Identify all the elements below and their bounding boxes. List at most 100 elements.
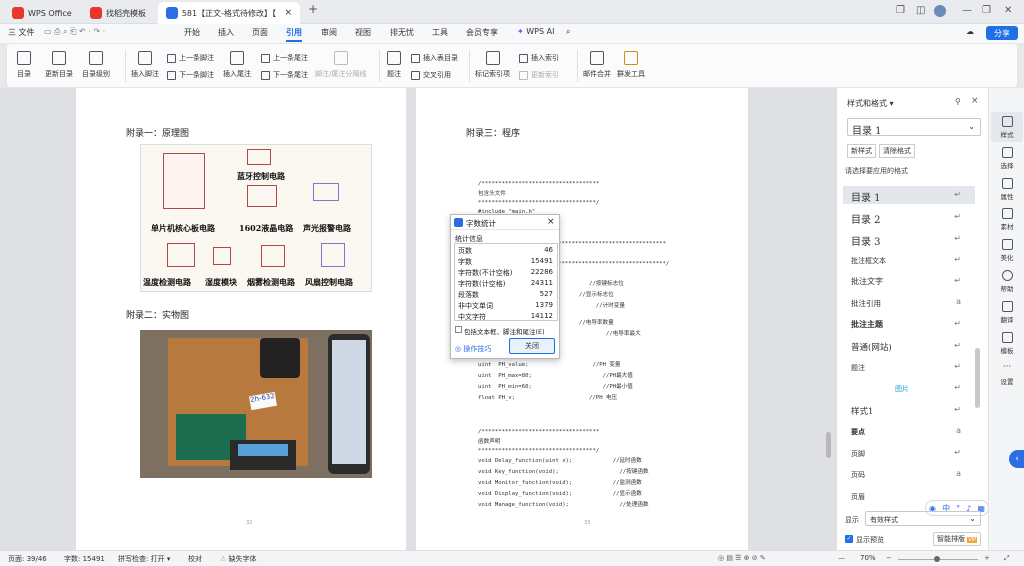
note-separator-button[interactable]: 脚注/尾注分隔线	[315, 51, 366, 79]
view-mode-icons[interactable]: ◎ ▤ ☰ ⊕ ⊘ ✎	[718, 554, 766, 562]
menu-paiwuyou[interactable]: 排无忧	[390, 27, 414, 38]
envelope-tools-button[interactable]: 群发工具	[617, 51, 645, 79]
prev-footnote-button[interactable]: 上一条脚注	[167, 53, 214, 63]
panel-title[interactable]: 样式和格式 ▾	[847, 98, 894, 109]
quick-access-icons[interactable]: ▭ ⎙ ⌕ ⎗ ↶ · ↷ ·	[44, 27, 105, 37]
zoom-plus-icon[interactable]: +	[984, 554, 990, 562]
sidebar-beautify[interactable]: 美化	[989, 239, 1024, 262]
zoom-slider[interactable]	[898, 556, 978, 562]
style-item[interactable]: 目录 3	[851, 233, 881, 248]
insert-endnote-button[interactable]: 插入尾注	[223, 51, 251, 79]
search-icon[interactable]: ⌕	[566, 27, 570, 37]
proofread[interactable]: 校对	[188, 554, 202, 564]
new-tab-icon[interactable]: +	[308, 2, 318, 16]
zoom-level[interactable]: 70%	[860, 554, 876, 562]
sidebar-select[interactable]: 选择	[989, 147, 1024, 170]
next-footnote-button[interactable]: 下一条脚注	[167, 70, 214, 80]
document-area[interactable]: 附录一：原理图 蓝牙控制电路 单片机核心板电路 1602液晶电路 声光报警电路 …	[0, 88, 836, 550]
update-toc-button[interactable]: 更新目录	[45, 51, 73, 79]
include-textbox-checkbox[interactable]	[455, 326, 462, 333]
update-index-button[interactable]: 更新索引	[519, 70, 559, 80]
style-item[interactable]: 批注引用	[851, 298, 881, 309]
show-preview-label[interactable]: 显示预览	[856, 535, 884, 545]
menu-insert[interactable]: 插入	[218, 27, 234, 38]
tips-link[interactable]: ◎ 操作技巧	[455, 344, 491, 354]
zoom-minus-icon[interactable]: −	[886, 554, 892, 562]
word-count[interactable]: 字数: 15491	[64, 554, 105, 564]
mail-merge-button[interactable]: 邮件合并	[583, 51, 611, 79]
menu-home[interactable]: 开始	[184, 27, 200, 38]
sidebar-settings[interactable]: ··· 设置	[989, 363, 1024, 387]
minimize-icon[interactable]: —	[962, 5, 972, 16]
zoom-out-icon[interactable]: —	[838, 554, 845, 562]
menu-tools[interactable]: 工具	[432, 27, 448, 38]
style-item[interactable]: 批注框文本	[851, 256, 886, 266]
show-preview-checkbox[interactable]: ✓	[845, 535, 853, 543]
doc-scrollbar[interactable]	[826, 92, 832, 546]
menu-view[interactable]: 视图	[355, 27, 371, 38]
show-select[interactable]: 有效样式 ⌄	[865, 511, 981, 526]
menu-references[interactable]: 引用	[286, 27, 302, 42]
mark-index-button[interactable]: 标记索引项	[475, 51, 510, 79]
panel-close-icon[interactable]: ×	[971, 96, 979, 106]
insert-table-of-figures-button[interactable]: 插入表目录	[411, 53, 458, 63]
skin-icon[interactable]: ◫	[916, 5, 925, 16]
current-style-select[interactable]: 目录 1 ⌄	[847, 118, 981, 137]
missing-font[interactable]: ⚠ 缺失字体	[220, 554, 257, 564]
tab-templates[interactable]: 找稻壳模板	[82, 2, 154, 24]
style-list[interactable]: 目录 1 ↵ 目录 2 ↵ 目录 3 ↵ 批注框文本 ↵ 批注文字 ↵ 批注引用 a 批注主…	[843, 182, 981, 502]
page-left[interactable]: 附录一：原理图 蓝牙控制电路 单片机核心板电路 1602液晶电路 声光报警电路 …	[76, 88, 406, 550]
style-item[interactable]: 目录 1	[851, 189, 881, 204]
menu-layout[interactable]: 页面	[252, 27, 268, 38]
new-style-button[interactable]: 新样式	[847, 144, 876, 158]
style-item[interactable]: 样式1	[851, 405, 873, 417]
tab-wps-office[interactable]: WPS Office	[4, 2, 80, 24]
zoom-slider-handle[interactable]	[934, 556, 940, 562]
pin-icon[interactable]: ⚲	[955, 97, 961, 106]
window-icon[interactable]: ❐	[896, 5, 905, 16]
page-indicator[interactable]: 页面: 39/46	[8, 554, 47, 564]
menu-review[interactable]: 审阅	[321, 27, 337, 38]
style-item[interactable]: 普通(网站)	[851, 341, 892, 353]
toc-level-button[interactable]: 目录级别	[82, 51, 110, 79]
style-list-scrollbar[interactable]	[975, 348, 980, 408]
style-item[interactable]: 批注主题	[851, 319, 883, 330]
insert-footnote-button[interactable]: 插入脚注	[131, 51, 159, 79]
file-menu[interactable]: 三 文件	[8, 27, 35, 38]
collapse-chevron-icon[interactable]: ‹	[1009, 450, 1024, 468]
sidebar-translate[interactable]: 翻译	[989, 301, 1024, 324]
dialog-close-icon[interactable]: ×	[547, 217, 555, 227]
sidebar-materials[interactable]: 素材	[989, 208, 1024, 231]
menu-member[interactable]: 会员专享	[466, 27, 498, 38]
style-item[interactable]: 图片	[895, 384, 909, 394]
next-endnote-button[interactable]: 下一条尾注	[261, 70, 308, 80]
style-item[interactable]: 页眉	[851, 492, 865, 502]
fullscreen-icon[interactable]: ⤢	[1004, 554, 1010, 563]
spell-check[interactable]: 拼写检查: 打开 ▾	[118, 554, 170, 564]
restore-icon[interactable]: ❐	[982, 5, 991, 16]
include-textbox-label[interactable]: 包括文本框、脚注和尾注(E)	[464, 326, 545, 336]
cross-reference-button[interactable]: 交叉引用	[411, 70, 451, 80]
style-item[interactable]: 要点	[851, 427, 865, 437]
avatar[interactable]	[934, 5, 946, 17]
sidebar-style[interactable]: 样式	[989, 116, 1024, 139]
share-button[interactable]: 分享	[986, 26, 1018, 40]
tab-document[interactable]: 581【正文-格式待修改】【 ×	[158, 2, 300, 24]
sidebar-properties[interactable]: 属性	[989, 178, 1024, 201]
close-button[interactable]: 关闭	[509, 338, 555, 354]
wps-ai-button[interactable]: ✦ WPS AI	[517, 27, 554, 36]
clear-format-button[interactable]: 清除格式	[879, 144, 915, 158]
style-item[interactable]: 批注文字	[851, 276, 883, 287]
style-item[interactable]: 题注	[851, 363, 865, 373]
style-item[interactable]: 目录 2	[851, 211, 881, 226]
sidebar-help[interactable]: 帮助	[989, 270, 1024, 293]
caption-button[interactable]: 题注	[387, 51, 401, 79]
style-item[interactable]: 页脚	[851, 449, 865, 459]
close-icon[interactable]: ×	[284, 8, 292, 18]
doc-scroll-thumb[interactable]	[826, 432, 831, 458]
sidebar-templates[interactable]: 模板	[989, 332, 1024, 355]
style-item[interactable]: 页码	[851, 470, 865, 480]
smart-layout-button[interactable]: 智能排版 VIP	[933, 532, 982, 546]
cloud-icon[interactable]: ☁	[966, 27, 974, 36]
window-close-icon[interactable]: ✕	[1004, 5, 1012, 16]
